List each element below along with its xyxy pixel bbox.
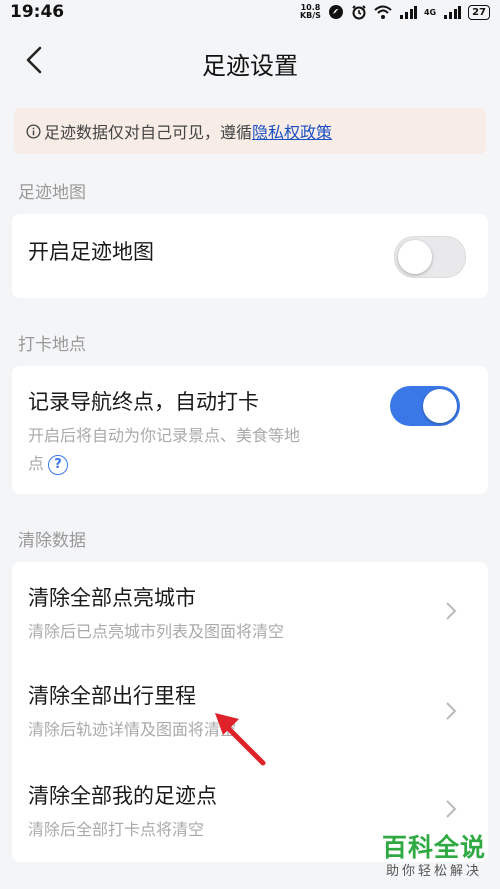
clear-city-title: 清除全部点亮城市 (28, 586, 196, 610)
section-label-checkin: 打卡地点 (18, 335, 86, 355)
status-icons: 10.8 KB/S 4G 27 (300, 4, 490, 20)
watermark-logo: 百科全说 助你轻松解决 (382, 833, 486, 881)
alarm-icon (352, 5, 366, 20)
clear-city-item[interactable]: 清除全部点亮城市 清除后已点亮城市列表及图面将清空 (12, 562, 488, 662)
help-icon[interactable]: ? (48, 454, 69, 475)
checkin-row-sub: 开启后将自动为你记录景点、美食等地 点? (28, 426, 301, 475)
do-not-disturb-icon (328, 5, 343, 19)
nav-bar: 足迹设置 (0, 28, 500, 94)
footprint-map-card: 开启足迹地图 (12, 214, 488, 298)
chevron-right-icon (446, 800, 457, 818)
footprint-map-toggle[interactable] (394, 236, 466, 278)
page-title: 足迹设置 (202, 52, 298, 80)
battery-icon: 27 (468, 4, 490, 20)
privacy-policy-link[interactable]: 隐私权政策 (252, 119, 332, 143)
watermark-main: 百科全说 (381, 833, 486, 862)
watermark-sub: 助你轻松解决 (385, 864, 482, 879)
clear-footprint-title: 清除全部我的足迹点 (28, 784, 217, 808)
clear-city-sub: 清除后已点亮城市列表及图面将清空 (28, 622, 285, 641)
chevron-right-icon (446, 602, 457, 620)
section-label-clear-data: 清除数据 (18, 531, 86, 551)
annotation-arrow (215, 713, 266, 766)
footprint-map-row-title: 开启足迹地图 (28, 240, 154, 264)
info-icon (26, 123, 41, 139)
toggle-knob (398, 240, 432, 274)
status-time: 19:46 (10, 2, 65, 22)
privacy-notice: 足迹数据仅对自己可见，遵循 隐私权政策 (14, 108, 486, 154)
signal-icon (399, 6, 417, 19)
clear-footprint-sub: 清除后全部打卡点将清空 (28, 820, 205, 839)
checkin-row-title: 记录导航终点，自动打卡 (28, 390, 259, 414)
checkin-card: 记录导航终点，自动打卡 开启后将自动为你记录景点、美食等地 点? (12, 366, 488, 494)
chevron-right-icon (446, 702, 457, 720)
notice-text: 足迹数据仅对自己可见，遵循 (44, 123, 253, 142)
signal-icon-2 (444, 6, 462, 19)
network-type: 4G (423, 7, 437, 17)
net-speed: 10.8 KB/S (299, 3, 321, 20)
wifi-icon (374, 5, 392, 19)
clear-mileage-title: 清除全部出行里程 (28, 684, 196, 708)
toggle-knob (423, 389, 457, 423)
section-label-footprint-map: 足迹地图 (18, 183, 86, 203)
auto-checkin-toggle[interactable] (390, 386, 460, 426)
status-bar: 19:46 10.8 KB/S 4G 27 (0, 0, 500, 28)
